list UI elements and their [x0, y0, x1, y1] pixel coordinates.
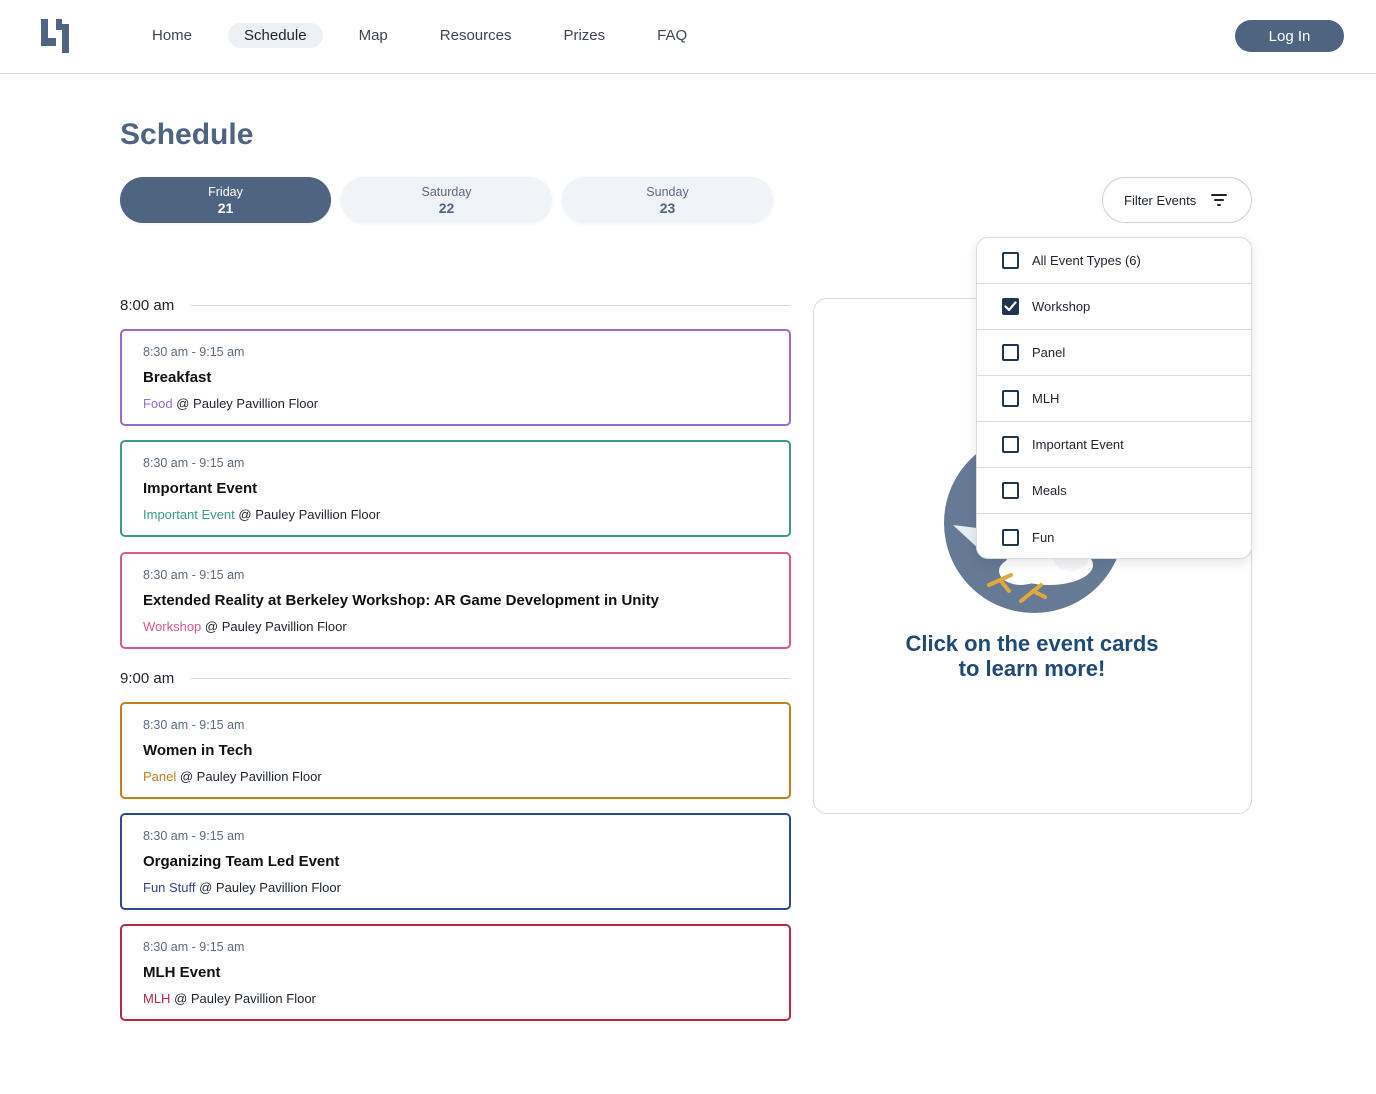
filter-option-label: Meals	[1032, 483, 1067, 498]
filter-option-label: Fun	[1032, 529, 1055, 545]
event-category: Important Event	[143, 507, 235, 522]
filter-events-button[interactable]: Filter Events	[1102, 177, 1252, 223]
day-number: 23	[659, 199, 676, 216]
event-location: Panel @ Pauley Pavillion Floor	[143, 769, 322, 784]
filter-option-important[interactable]: Important Event	[977, 422, 1251, 468]
filter-option-label: Important Event	[1032, 437, 1124, 452]
event-time: 8:30 am - 9:15 am	[143, 718, 245, 732]
filter-option-label: Workshop	[1032, 299, 1091, 314]
logo-icon[interactable]	[38, 16, 72, 56]
day-name: Saturday	[421, 184, 472, 199]
checkbox[interactable]	[1002, 252, 1019, 269]
info-line-2: to learn more!	[958, 656, 1106, 681]
day-tab-friday[interactable]: Friday 21	[120, 177, 331, 223]
filter-option-label: All Event Types (6)	[1032, 253, 1141, 268]
day-name: Sunday	[646, 184, 689, 199]
day-number: 22	[438, 199, 455, 216]
event-category: Panel	[143, 769, 177, 784]
event-category: MLH	[143, 991, 171, 1006]
event-title: Extended Reality at Berkeley Workshop: A…	[143, 592, 659, 609]
checkbox[interactable]	[1002, 390, 1019, 407]
filter-option-panel[interactable]: Panel	[977, 330, 1251, 376]
day-number: 21	[217, 199, 234, 216]
event-category: Workshop	[143, 619, 202, 634]
event-card-fun[interactable]: 8:30 am - 9:15 am Organizing Team Led Ev…	[120, 813, 791, 910]
event-card-important[interactable]: 8:30 am - 9:15 am Important Event Import…	[120, 440, 791, 537]
event-time: 8:30 am - 9:15 am	[143, 940, 245, 954]
event-card-panel[interactable]: 8:30 am - 9:15 am Women in Tech Panel @ …	[120, 702, 791, 799]
filter-option-fun[interactable]: Fun	[977, 514, 1251, 558]
event-place: @ Pauley Pavillion Floor	[195, 880, 341, 895]
event-location: MLH @ Pauley Pavillion Floor	[143, 991, 316, 1006]
event-category: Fun Stuff	[143, 880, 196, 895]
nav-resources[interactable]: Resources	[424, 23, 528, 48]
checkbox[interactable]	[1002, 528, 1019, 546]
filter-option-all[interactable]: All Event Types (6)	[977, 238, 1251, 284]
event-place: @ Pauley Pavillion Floor	[201, 619, 347, 634]
top-navbar: Home Schedule Map Resources Prizes FAQ L…	[0, 0, 1376, 74]
event-location: Fun Stuff @ Pauley Pavillion Floor	[143, 880, 341, 895]
event-place: @ Pauley Pavillion Floor	[234, 507, 381, 522]
checkbox[interactable]	[1002, 344, 1019, 361]
checkbox[interactable]	[1002, 298, 1019, 315]
nav-prizes[interactable]: Prizes	[547, 23, 621, 48]
event-time: 8:30 am - 9:15 am	[143, 829, 245, 843]
event-place: @ Pauley Pavillion Floor	[170, 991, 316, 1006]
event-location: Food @ Pauley Pavillion Floor	[143, 396, 318, 411]
filter-option-workshop[interactable]: Workshop	[977, 284, 1251, 330]
time-divider	[190, 678, 791, 679]
day-tab-saturday[interactable]: Saturday 22	[341, 177, 552, 223]
event-card-breakfast[interactable]: 8:30 am - 9:15 am Breakfast Food @ Paule…	[120, 329, 791, 426]
day-tab-sunday[interactable]: Sunday 23	[562, 177, 773, 223]
event-title: Organizing Team Led Event	[143, 853, 340, 870]
time-label: 8:00 am	[120, 297, 175, 314]
event-time: 8:30 am - 9:15 am	[143, 568, 245, 582]
day-name: Friday	[208, 184, 243, 199]
event-place: @ Pauley Pavillion Floor	[176, 769, 322, 784]
checkbox[interactable]	[1002, 436, 1019, 453]
event-time: 8:30 am - 9:15 am	[143, 456, 245, 470]
event-location: Workshop @ Pauley Pavillion Floor	[143, 619, 347, 634]
event-card-mlh[interactable]: 8:30 am - 9:15 am MLH Event MLH @ Pauley…	[120, 924, 791, 1021]
time-divider	[190, 305, 791, 306]
filter-option-meals[interactable]: Meals	[977, 468, 1251, 514]
checkbox[interactable]	[1002, 482, 1019, 499]
filter-dropdown: All Event Types (6) Workshop Panel MLH I…	[976, 237, 1252, 559]
info-message: Click on the event cards to learn more!	[814, 631, 1250, 681]
login-button[interactable]: Log In	[1235, 20, 1344, 52]
filter-icon	[1211, 194, 1227, 206]
event-category: Food	[143, 396, 173, 411]
filter-option-label: Panel	[1032, 345, 1066, 360]
checkmark-icon	[1004, 301, 1017, 312]
filter-events-label: Filter Events	[1124, 192, 1197, 208]
filter-option-label: MLH	[1032, 391, 1060, 406]
nav-faq[interactable]: FAQ	[641, 23, 703, 48]
event-title: Women in Tech	[143, 742, 253, 759]
main-nav: Home Schedule Map Resources Prizes FAQ	[136, 23, 723, 48]
nav-schedule[interactable]: Schedule	[228, 23, 323, 48]
event-card-workshop[interactable]: 8:30 am - 9:15 am Extended Reality at Be…	[120, 552, 791, 649]
filter-option-mlh[interactable]: MLH	[977, 376, 1251, 422]
event-title: Important Event	[143, 480, 258, 497]
time-label: 9:00 am	[120, 670, 175, 687]
event-place: @ Pauley Pavillion Floor	[172, 396, 319, 411]
event-location: Important Event @ Pauley Pavillion Floor	[143, 507, 380, 522]
page-title: Schedule	[120, 118, 254, 151]
event-title: Breakfast	[143, 369, 212, 386]
info-line-1: Click on the event cards	[905, 631, 1159, 656]
event-time: 8:30 am - 9:15 am	[143, 345, 245, 359]
nav-home[interactable]: Home	[136, 23, 208, 48]
nav-map[interactable]: Map	[343, 23, 404, 48]
event-title: MLH Event	[143, 964, 221, 981]
